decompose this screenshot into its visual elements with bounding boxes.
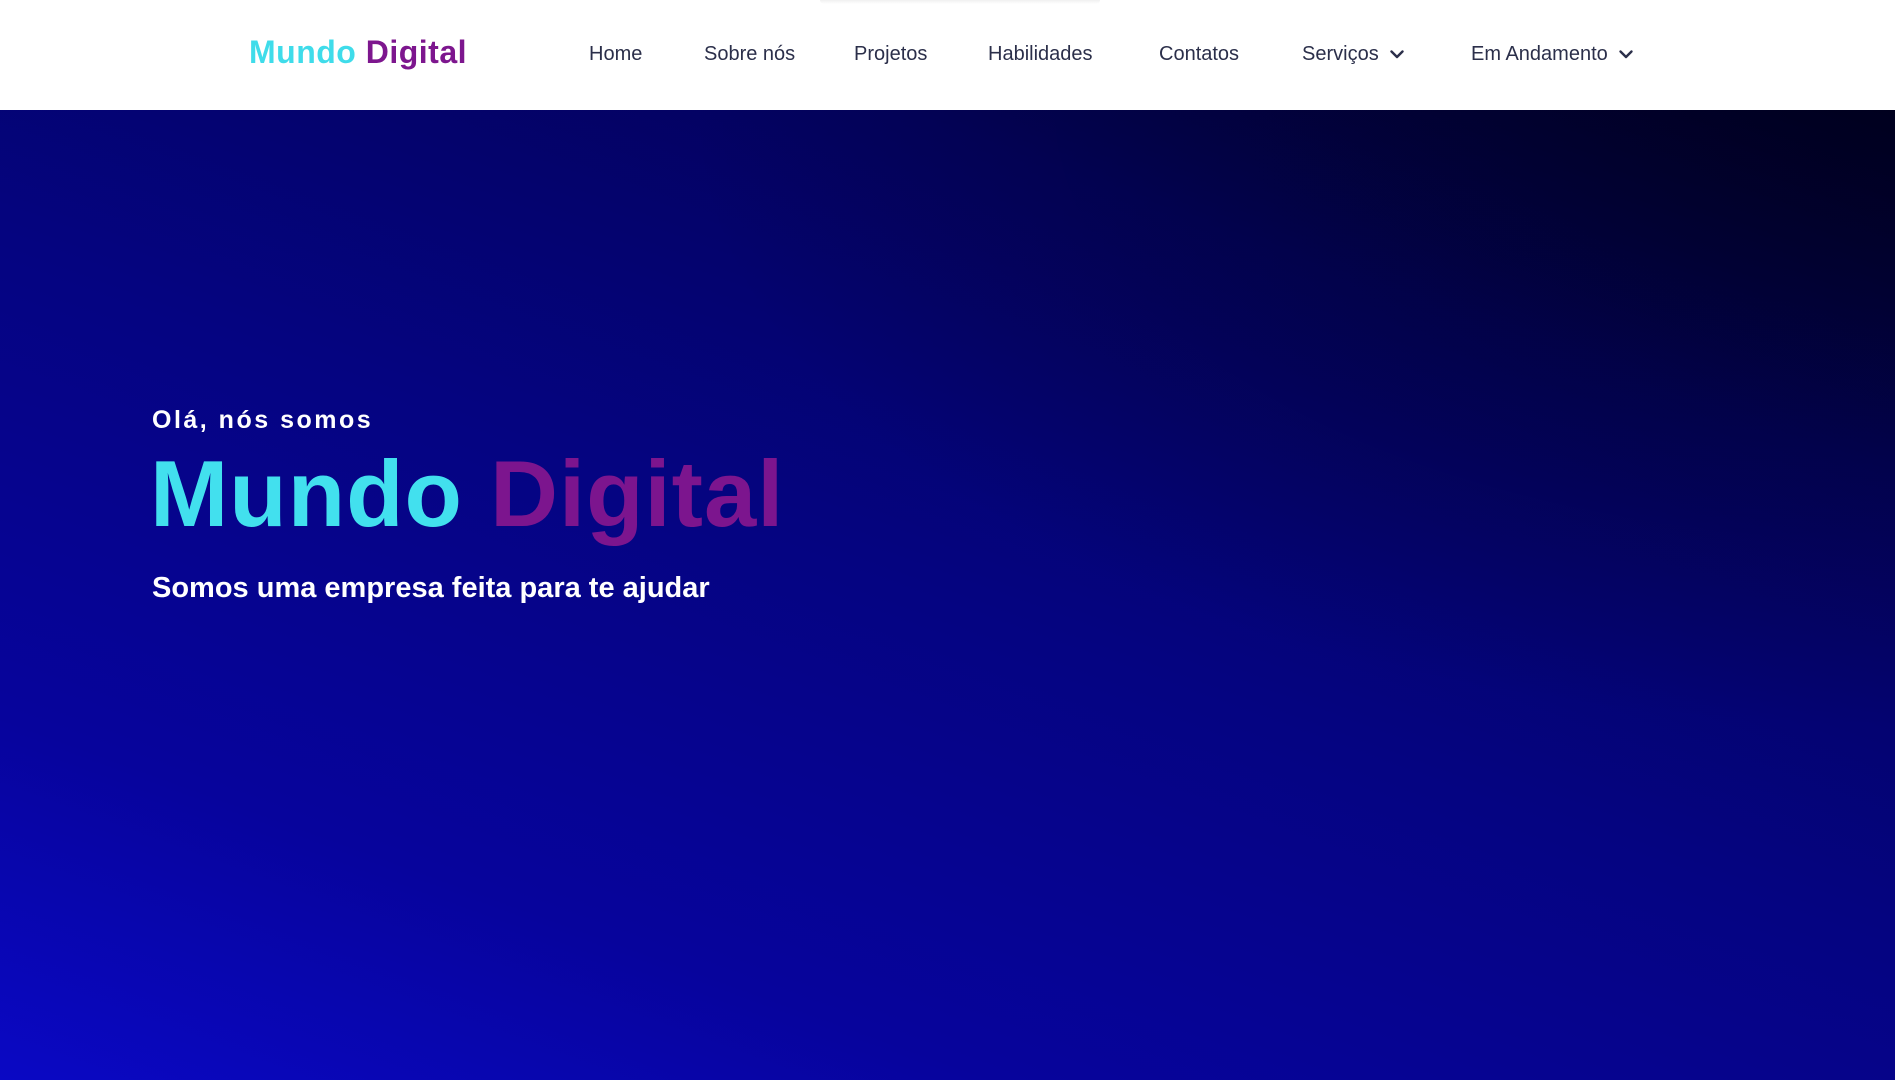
hero-title: Mundo Digital	[150, 440, 784, 548]
nav-item-label: Serviços	[1302, 42, 1379, 65]
nav-item-servicos[interactable]: Serviços	[1302, 40, 1405, 68]
nav-item-habilidades[interactable]: Habilidades	[988, 40, 1093, 68]
chevron-down-icon	[1619, 50, 1633, 59]
hero-title-word-digital: Digital	[490, 441, 785, 546]
hero-greeting: Olá, nós somos	[152, 406, 374, 434]
nav-item-label: Em Andamento	[1471, 42, 1608, 65]
nav-item-label: Contatos	[1159, 42, 1240, 65]
site-header: Mundo Digital Home Sobre nós Projetos Ha…	[0, 0, 1895, 110]
hero-section: Olá, nós somos Mundo Digital Somos uma e…	[0, 110, 1895, 1080]
nav-item-label: Projetos	[854, 42, 928, 65]
hero-tagline: Somos uma empresa feita para te ajudar	[152, 572, 710, 604]
nav-item-label: Sobre nós	[704, 42, 796, 65]
nav-item-projetos[interactable]: Projetos	[854, 40, 927, 68]
nav-item-contatos[interactable]: Contatos	[1159, 40, 1239, 68]
header-top-shadow	[820, 0, 1100, 4]
nav-item-label: Habilidades	[988, 42, 1093, 65]
nav-item-em-andamento[interactable]: Em Andamento	[1471, 40, 1634, 68]
nav-item-home[interactable]: Home	[589, 40, 642, 68]
chevron-down-icon	[1390, 50, 1404, 59]
logo-word-mundo: Mundo	[249, 34, 357, 70]
logo-word-digital: Digital	[365, 34, 468, 70]
hero-title-word-mundo: Mundo	[150, 441, 463, 546]
nav-item-label: Home	[589, 42, 643, 65]
site-logo[interactable]: Mundo Digital	[249, 34, 467, 71]
nav-item-sobre-nos[interactable]: Sobre nós	[704, 40, 795, 68]
